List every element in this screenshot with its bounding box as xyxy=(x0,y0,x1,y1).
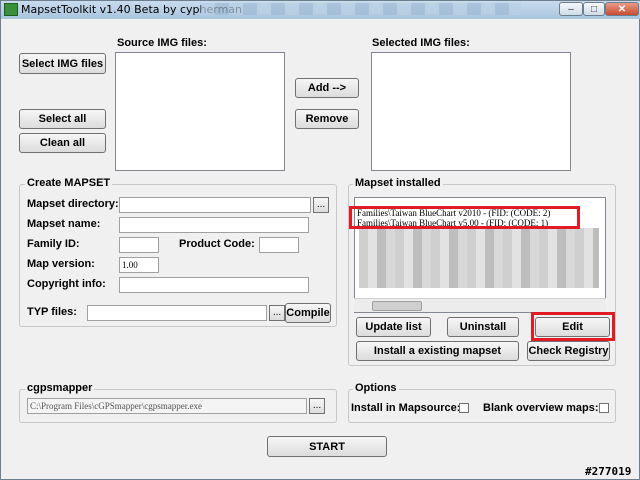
scrollbar-thumb[interactable] xyxy=(372,301,422,311)
horizontal-scrollbar[interactable] xyxy=(354,298,606,312)
copyright-info-label: Copyright info: xyxy=(27,278,106,290)
clean-all-button[interactable]: Clean all xyxy=(19,133,106,153)
install-in-mapsource-checkbox[interactable] xyxy=(459,403,469,413)
family-id-label: Family ID: xyxy=(27,238,80,250)
blurred-list-content xyxy=(359,228,599,288)
install-in-mapsource-label: Install in Mapsource: xyxy=(351,402,461,414)
minimize-button[interactable]: – xyxy=(559,2,583,16)
typ-files-browse-button[interactable]: ... xyxy=(269,305,285,321)
watermark-text: #277019 xyxy=(585,465,632,478)
blank-overview-maps-checkbox[interactable] xyxy=(599,403,609,413)
selected-img-list[interactable] xyxy=(371,52,571,171)
source-img-list[interactable] xyxy=(115,52,285,171)
mapset-directory-input[interactable] xyxy=(119,197,311,213)
product-code-label: Product Code: xyxy=(179,238,255,250)
remove-button[interactable]: Remove xyxy=(295,109,359,129)
app-window: MapsetToolkit v1.40 Beta by cypherman – … xyxy=(0,0,640,480)
options-title: Options xyxy=(353,382,399,394)
map-version-label: Map version: xyxy=(27,258,95,270)
cgpsmapper-browse-button[interactable]: ... xyxy=(309,398,325,414)
add-button[interactable]: Add --> xyxy=(295,78,359,98)
mapset-name-label: Mapset name: xyxy=(27,218,101,230)
title-bar: MapsetToolkit v1.40 Beta by cypherman – … xyxy=(1,1,640,19)
installed-items-highlight xyxy=(349,206,580,229)
cgpsmapper-title: cgpsmapper xyxy=(25,382,95,394)
cgpsmapper-path-input[interactable]: C:\Program Files\cGPSmapper\cgpsmapper.e… xyxy=(27,398,307,414)
copyright-info-input[interactable] xyxy=(119,277,309,293)
selected-img-label: Selected IMG files: xyxy=(372,37,470,49)
typ-files-label: TYP files: xyxy=(27,306,77,318)
check-registry-button[interactable]: Check Registry xyxy=(527,341,610,361)
blank-overview-maps-label: Blank overview maps: xyxy=(483,402,599,414)
maximize-button[interactable]: □ xyxy=(583,2,605,16)
typ-files-input[interactable] xyxy=(87,305,267,321)
map-version-input[interactable]: 1.00 xyxy=(119,257,159,273)
mapset-directory-browse-button[interactable]: ... xyxy=(313,197,329,213)
edit-button-highlight xyxy=(531,312,615,341)
select-all-button[interactable]: Select all xyxy=(19,109,106,129)
mapset-installed-title: Mapset installed xyxy=(353,177,443,189)
blurred-taskbar-area xyxy=(201,3,521,15)
close-button[interactable]: ✕ xyxy=(605,2,639,16)
app-icon xyxy=(4,3,18,16)
create-mapset-title: Create MAPSET xyxy=(25,177,113,189)
compile-button[interactable]: Compile xyxy=(285,303,331,323)
update-list-button[interactable]: Update list xyxy=(356,317,431,337)
select-img-files-button[interactable]: Select IMG files xyxy=(19,53,106,74)
uninstall-button[interactable]: Uninstall xyxy=(447,317,519,337)
start-button[interactable]: START xyxy=(267,436,387,457)
mapset-directory-label: Mapset directory: xyxy=(27,198,119,210)
family-id-input[interactable] xyxy=(119,237,159,253)
install-existing-mapset-button[interactable]: Install a existing mapset xyxy=(356,341,519,361)
source-img-label: Source IMG files: xyxy=(117,37,207,49)
product-code-input[interactable] xyxy=(259,237,299,253)
mapset-name-input[interactable] xyxy=(119,217,309,233)
